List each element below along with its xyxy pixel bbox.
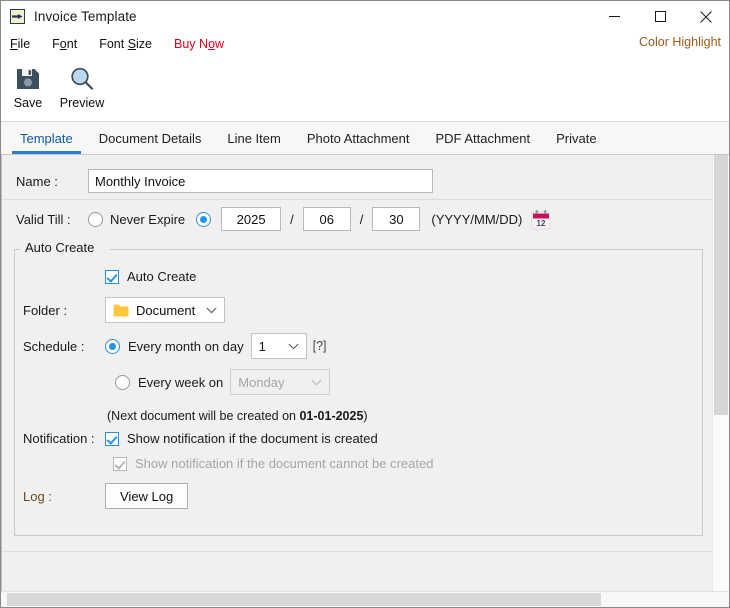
auto-create-checkbox-label: Auto Create [127,269,197,284]
vertical-scrollbar-thumb[interactable] [714,155,728,415]
divider-1 [2,199,715,200]
date-format-hint: (YYYY/MM/DD) [431,211,523,227]
tab-template-label: Template [20,130,73,146]
menu-bar: File Font Font Size Buy Now Color Highli… [1,32,729,55]
toolbar: Save Preview [1,55,729,122]
schedule-help-link[interactable]: [?] [313,339,327,353]
radio-every-month[interactable] [105,338,120,354]
window-controls [591,1,729,32]
name-label: Name : [16,173,58,189]
notification-created-row: Notification : Show notification if the … [23,431,378,446]
vertical-scrollbar[interactable] [712,155,729,591]
notification-label: Notification : [23,431,95,446]
chevron-down-icon [206,307,217,314]
title-bar: Invoice Template [1,1,729,32]
next-document-prefix: (Next document will be created on [107,409,300,423]
every-week-label: Every week on [138,374,224,390]
tab-strip: Template Document Details Line Item Phot… [1,122,729,155]
date-separator-1: / [290,211,294,227]
maximize-button[interactable] [637,1,683,32]
floppy-save-icon [14,62,42,95]
schedule-weekly-row: Every week on Monday [115,369,331,395]
log-label: Log : [23,488,52,504]
never-expire-label: Never Expire [110,211,186,227]
tab-photo-attachment-label: Photo Attachment [306,130,410,146]
date-separator-2: / [359,211,364,227]
tab-photo-attachment[interactable]: Photo Attachment [294,122,423,154]
template-tab-panel: Name : Valid Till : Never Expire / / (YY… [1,155,729,591]
tab-pdf-attachment[interactable]: PDF Attachment [422,122,543,154]
tab-line-item[interactable]: Line Item [214,122,293,154]
form-panel: Name : Valid Till : Never Expire / / (YY… [1,155,715,591]
menu-item-font-size[interactable]: Font Size [99,37,152,51]
radio-never-expire[interactable] [88,211,103,227]
radio-every-week[interactable] [115,374,130,390]
week-day-select[interactable]: Monday [230,369,331,395]
calendar-picker-icon[interactable]: 12 [531,209,551,230]
valid-till-month-input[interactable] [302,207,351,231]
auto-create-checkbox[interactable] [105,269,119,284]
menu-item-font[interactable]: Font [52,37,77,51]
menu-item-buy-now[interactable]: Buy Now [174,37,224,51]
preview-label: Preview [59,96,105,110]
preview-button[interactable]: Preview [55,59,109,110]
valid-till-year-input[interactable] [221,207,282,231]
next-document-suffix: ) [363,409,368,423]
tab-template[interactable]: Template [7,122,86,154]
folder-label: Folder : [23,302,68,318]
notification-cannot-create-checkbox[interactable] [113,456,127,471]
name-row: Name : [16,169,433,193]
notification-failed-row: Show notification if the document cannot… [113,456,433,471]
folder-select[interactable]: Document [105,297,225,323]
horizontal-scrollbar[interactable] [1,591,729,607]
month-day-value: 1 [258,338,266,354]
horizontal-scrollbar-thumb[interactable] [7,593,601,606]
log-row: Log : View Log [23,483,189,509]
radio-valid-till-date[interactable] [196,211,212,227]
window-title: Invoice Template [34,9,137,24]
month-day-select[interactable]: 1 [250,333,307,359]
tab-document-details[interactable]: Document Details [86,122,215,154]
menu-item-file[interactable]: File [10,37,30,51]
valid-till-day-input[interactable] [372,207,421,231]
view-log-button[interactable]: View Log [105,483,189,509]
tab-line-item-label: Line Item [227,130,281,146]
valid-till-row: Valid Till : Never Expire / / (YYYY/MM/D… [16,207,551,231]
app-window: Invoice Template File Font Font Size Buy… [0,0,730,608]
chevron-down-icon [288,343,299,350]
magnifier-preview-icon [68,62,96,95]
notification-cannot-create-label: Show notification if the document cannot… [135,456,434,471]
next-document-date: 01-01-2025 [299,409,364,423]
valid-till-label: Valid Till : [16,211,71,227]
save-label: Save [13,96,43,110]
tab-document-details-label: Document Details [98,130,202,146]
notification-created-checkbox[interactable] [105,431,119,446]
color-highlight-link[interactable]: Color Highlight [639,35,721,49]
auto-create-group-title: Auto Create [21,240,99,255]
divider-2 [2,551,715,552]
schedule-label: Schedule : [23,338,85,354]
folder-icon [113,304,129,317]
folder-value: Document [136,302,196,318]
notification-created-label: Show notification if the document is cre… [127,431,378,446]
folder-row: Folder : Document [23,297,225,323]
tab-private-label: Private [556,130,597,146]
auto-create-groupbox: Auto Create Auto Create Folder : Documen… [14,240,703,536]
week-day-value: Monday [238,374,285,390]
minimize-button[interactable] [591,1,637,32]
save-button[interactable]: Save [1,59,55,110]
next-document-note: (Next document will be created on 01-01-… [107,409,368,423]
tab-pdf-attachment-label: PDF Attachment [435,130,531,146]
schedule-monthly-row: Schedule : Every month on day 1 [?] [23,333,327,359]
close-button[interactable] [683,1,729,32]
document-export-icon [10,8,26,25]
tab-private[interactable]: Private [543,122,609,154]
chevron-down-icon [311,379,322,386]
auto-create-checkbox-row: Auto Create [105,269,196,284]
every-month-label: Every month on day [128,338,244,354]
svg-text:12: 12 [537,219,546,228]
name-input[interactable] [88,169,433,193]
